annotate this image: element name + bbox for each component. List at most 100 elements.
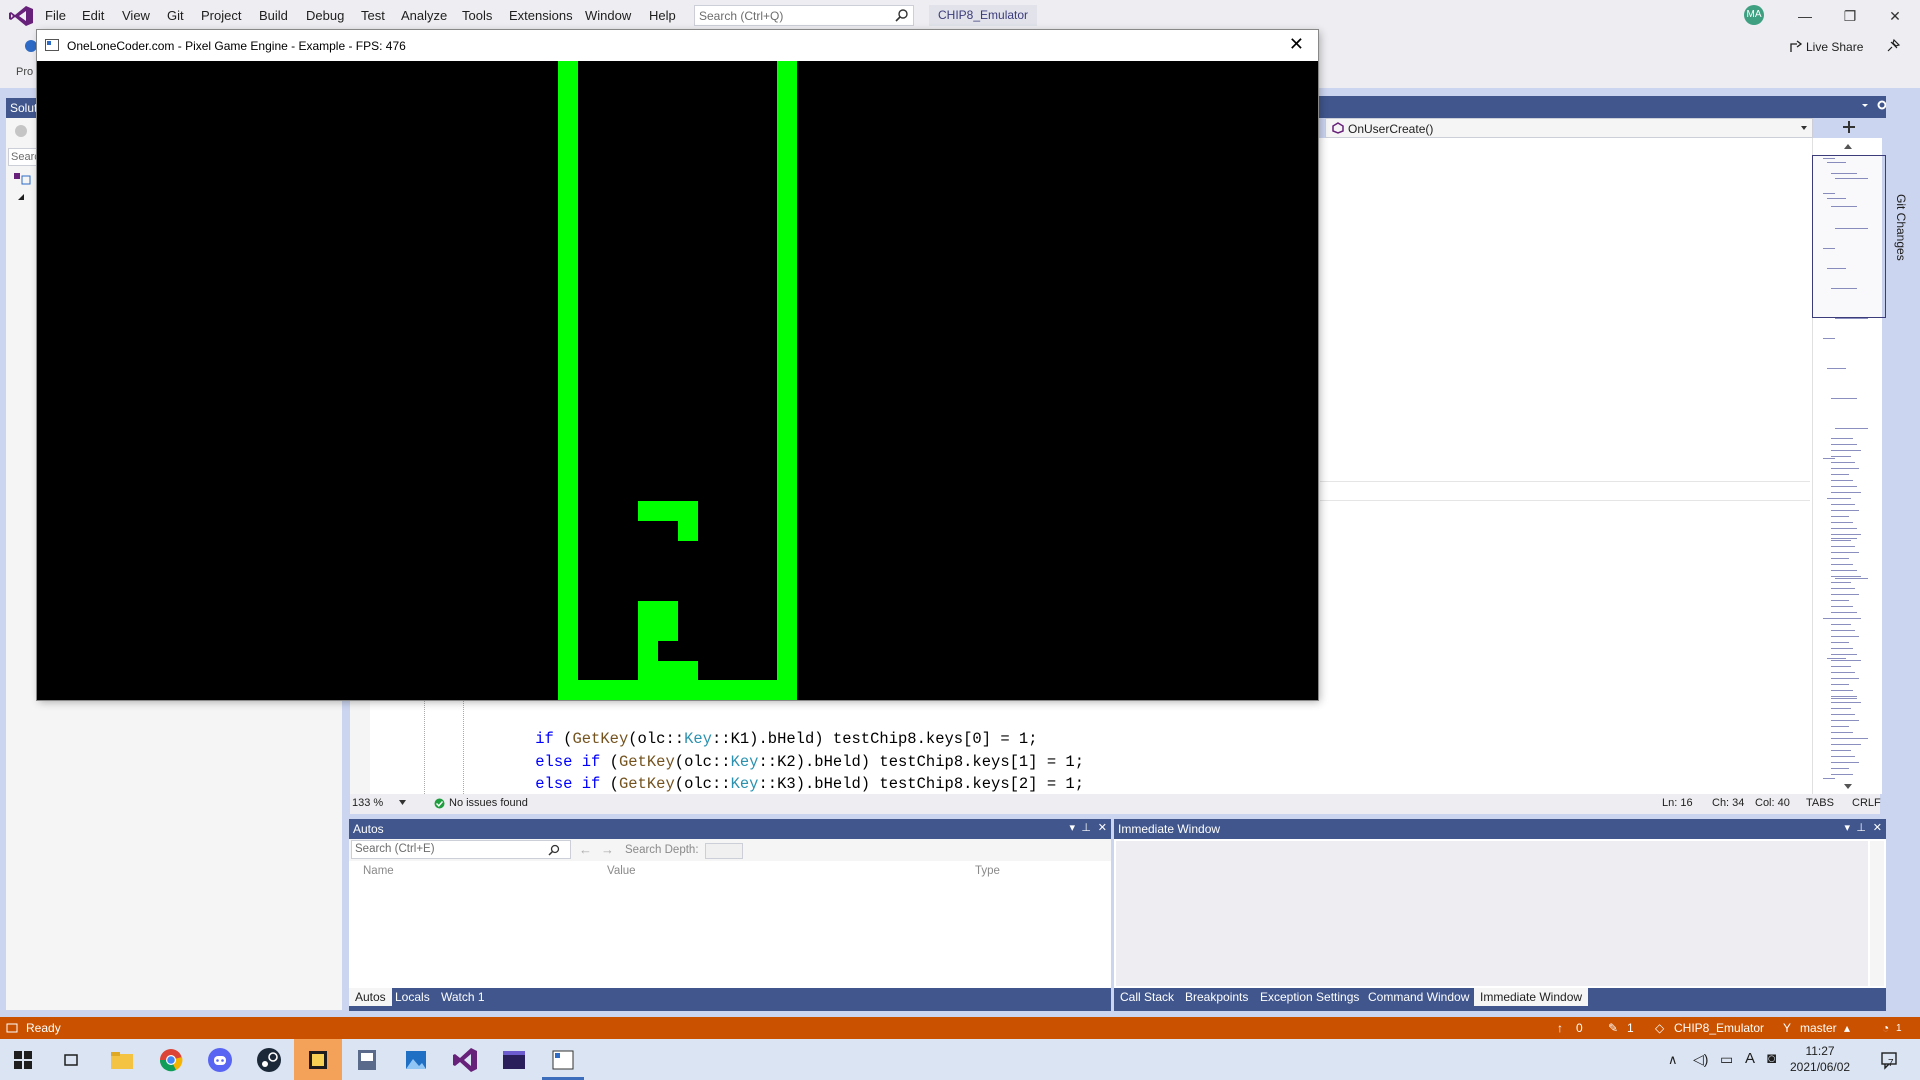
back-arrow-icon[interactable] [14, 124, 28, 138]
photos-icon[interactable] [401, 1045, 431, 1075]
issues-status[interactable]: No issues found [449, 797, 528, 809]
immediate-scrollbar[interactable] [1870, 841, 1884, 986]
live-share-icon[interactable] [1789, 40, 1803, 54]
pin-icon[interactable]: ⊥ [1081, 821, 1091, 834]
game-canvas[interactable] [37, 61, 1318, 700]
code-line[interactable]: else if (GetKey(olc::Key::K3).bHeld) tes… [498, 773, 1084, 796]
repo-name[interactable]: CHIP8_Emulator [1674, 1021, 1764, 1035]
code-line[interactable]: if (GetKey(olc::Key::K1).bHeld) testChip… [498, 728, 1084, 751]
up-arrow-icon[interactable]: ↑ [1557, 1021, 1563, 1035]
ime-icon[interactable]: ◙ [1767, 1050, 1776, 1067]
zoom-level[interactable]: 133 % [352, 797, 383, 809]
restore-icon[interactable]: ❐ [1835, 5, 1865, 27]
tab-exception-settings[interactable]: Exception Settings [1254, 988, 1365, 1006]
branch-name[interactable]: master [1800, 1021, 1837, 1035]
menu-file[interactable]: File [45, 8, 66, 23]
chrome-icon[interactable] [156, 1045, 186, 1075]
dropdown-arrow-icon[interactable] [1860, 100, 1870, 110]
menu-extensions[interactable]: Extensions [509, 8, 573, 23]
live-share-button[interactable]: Live Share [1806, 40, 1863, 54]
scroll-down-arrow-icon[interactable] [1843, 783, 1853, 791]
dropdown-icon[interactable]: ▾ [1844, 821, 1850, 834]
indent-guide [463, 700, 464, 794]
code-line[interactable]: else if (GetKey(olc::Key::K2).bHeld) tes… [498, 751, 1084, 774]
menu-tools[interactable]: Tools [462, 8, 492, 23]
chevron-up-icon[interactable]: ∧ [1668, 1052, 1678, 1068]
unpushed-count[interactable]: 0 [1576, 1021, 1583, 1035]
back-circle-icon[interactable] [24, 39, 38, 53]
close-icon[interactable]: ✕ [1873, 821, 1882, 834]
volume-icon[interactable]: ◁) [1693, 1051, 1708, 1068]
vs-search-box[interactable]: Search (Ctrl+Q) [694, 5, 914, 26]
dropdown-icon[interactable]: ▾ [1069, 821, 1075, 834]
minimap-line [1831, 600, 1849, 601]
tab-call-stack[interactable]: Call Stack [1114, 988, 1180, 1006]
terminal-icon[interactable] [499, 1045, 529, 1075]
expand-triangle-icon[interactable] [16, 192, 26, 202]
menu-project[interactable]: Project [201, 8, 241, 23]
discord-icon[interactable] [205, 1045, 235, 1075]
changes-count[interactable]: 1 [1627, 1021, 1634, 1035]
minimize-icon[interactable]: — [1790, 5, 1820, 27]
member-nav-dropdown[interactable]: OnUserCreate() [1325, 118, 1813, 138]
visual-studio-logo-icon[interactable] [8, 5, 34, 27]
solution-node-icon[interactable] [13, 172, 31, 186]
menu-help[interactable]: Help [649, 8, 676, 23]
close-icon[interactable]: ✕ [1289, 34, 1304, 55]
tab-breakpoints[interactable]: Breakpoints [1179, 988, 1254, 1006]
pin-icon[interactable] [1885, 38, 1901, 54]
menu-edit[interactable]: Edit [82, 8, 104, 23]
menu-analyze[interactable]: Analyze [401, 8, 447, 23]
menu-window[interactable]: Window [585, 8, 631, 23]
tab-locals[interactable]: Locals [389, 988, 436, 1006]
code-text[interactable]: if (GetKey(olc::Key::K1).bHeld) testChip… [498, 728, 1084, 796]
chevron-down-icon[interactable] [399, 800, 406, 805]
tab-watch-1[interactable]: Watch 1 [435, 988, 491, 1006]
user-avatar[interactable]: MA [1744, 5, 1764, 25]
menu-view[interactable]: View [122, 8, 150, 23]
menu-debug[interactable]: Debug [306, 8, 344, 23]
minimap-line [1831, 726, 1849, 727]
close-icon[interactable]: ✕ [1098, 821, 1107, 834]
chevron-up-icon[interactable]: ▴ [1844, 1021, 1850, 1035]
steam-icon[interactable] [254, 1045, 284, 1075]
menu-test[interactable]: Test [361, 8, 385, 23]
column-value[interactable]: Value [607, 865, 636, 877]
visual-studio-icon[interactable] [450, 1045, 480, 1075]
task-view-icon[interactable] [62, 1051, 80, 1069]
autos-search-input[interactable]: Search (Ctrl+E) [351, 840, 571, 859]
tab-immediate-window[interactable]: Immediate Window [1474, 988, 1589, 1006]
pge-window-taskbar-icon[interactable] [548, 1045, 578, 1075]
pixel-game-engine-window[interactable]: OneLoneCoder.com - Pixel Game Engine - E… [37, 30, 1318, 700]
scroll-up-arrow-icon[interactable] [1843, 142, 1853, 150]
menu-git[interactable]: Git [167, 8, 184, 23]
close-icon[interactable]: ✕ [1880, 5, 1910, 27]
notification-bell-icon[interactable]: ◔ [1882, 1021, 1889, 1035]
repo-icon: ◇ [1655, 1021, 1665, 1035]
sticky-notes-icon[interactable] [303, 1045, 333, 1075]
pin-icon[interactable]: ⊥ [1856, 821, 1866, 834]
tab-command-window[interactable]: Command Window [1362, 988, 1475, 1006]
indent-mode[interactable]: TABS [1806, 797, 1834, 809]
immediate-text-area[interactable] [1116, 841, 1868, 986]
input-language-icon[interactable]: A [1745, 1050, 1755, 1067]
solution-search-input[interactable]: Searc [8, 148, 40, 166]
windows-start-icon[interactable] [14, 1051, 32, 1069]
pencil-icon[interactable]: ✎ [1608, 1021, 1618, 1035]
git-changes-tab[interactable]: Git Changes [1894, 194, 1908, 261]
network-icon[interactable]: ▭ [1720, 1051, 1733, 1068]
taskbar-clock[interactable]: 11:27 2021/06/02 [1790, 1043, 1850, 1075]
column-name[interactable]: Name [363, 865, 394, 877]
app-window-icon[interactable] [352, 1045, 382, 1075]
back-arrow-icon[interactable]: ← [579, 842, 592, 857]
split-editor-icon[interactable] [1842, 120, 1856, 134]
minimap-line [1831, 498, 1851, 499]
menu-build[interactable]: Build [259, 8, 288, 23]
search-depth-dropdown[interactable] [705, 843, 743, 859]
minimap-viewport[interactable] [1812, 155, 1886, 318]
forward-arrow-icon[interactable]: → [601, 842, 614, 857]
line-endings[interactable]: CRLF [1852, 797, 1881, 809]
file-explorer-icon[interactable] [107, 1045, 137, 1075]
tab-autos[interactable]: Autos [349, 988, 392, 1006]
column-type[interactable]: Type [975, 865, 1000, 877]
